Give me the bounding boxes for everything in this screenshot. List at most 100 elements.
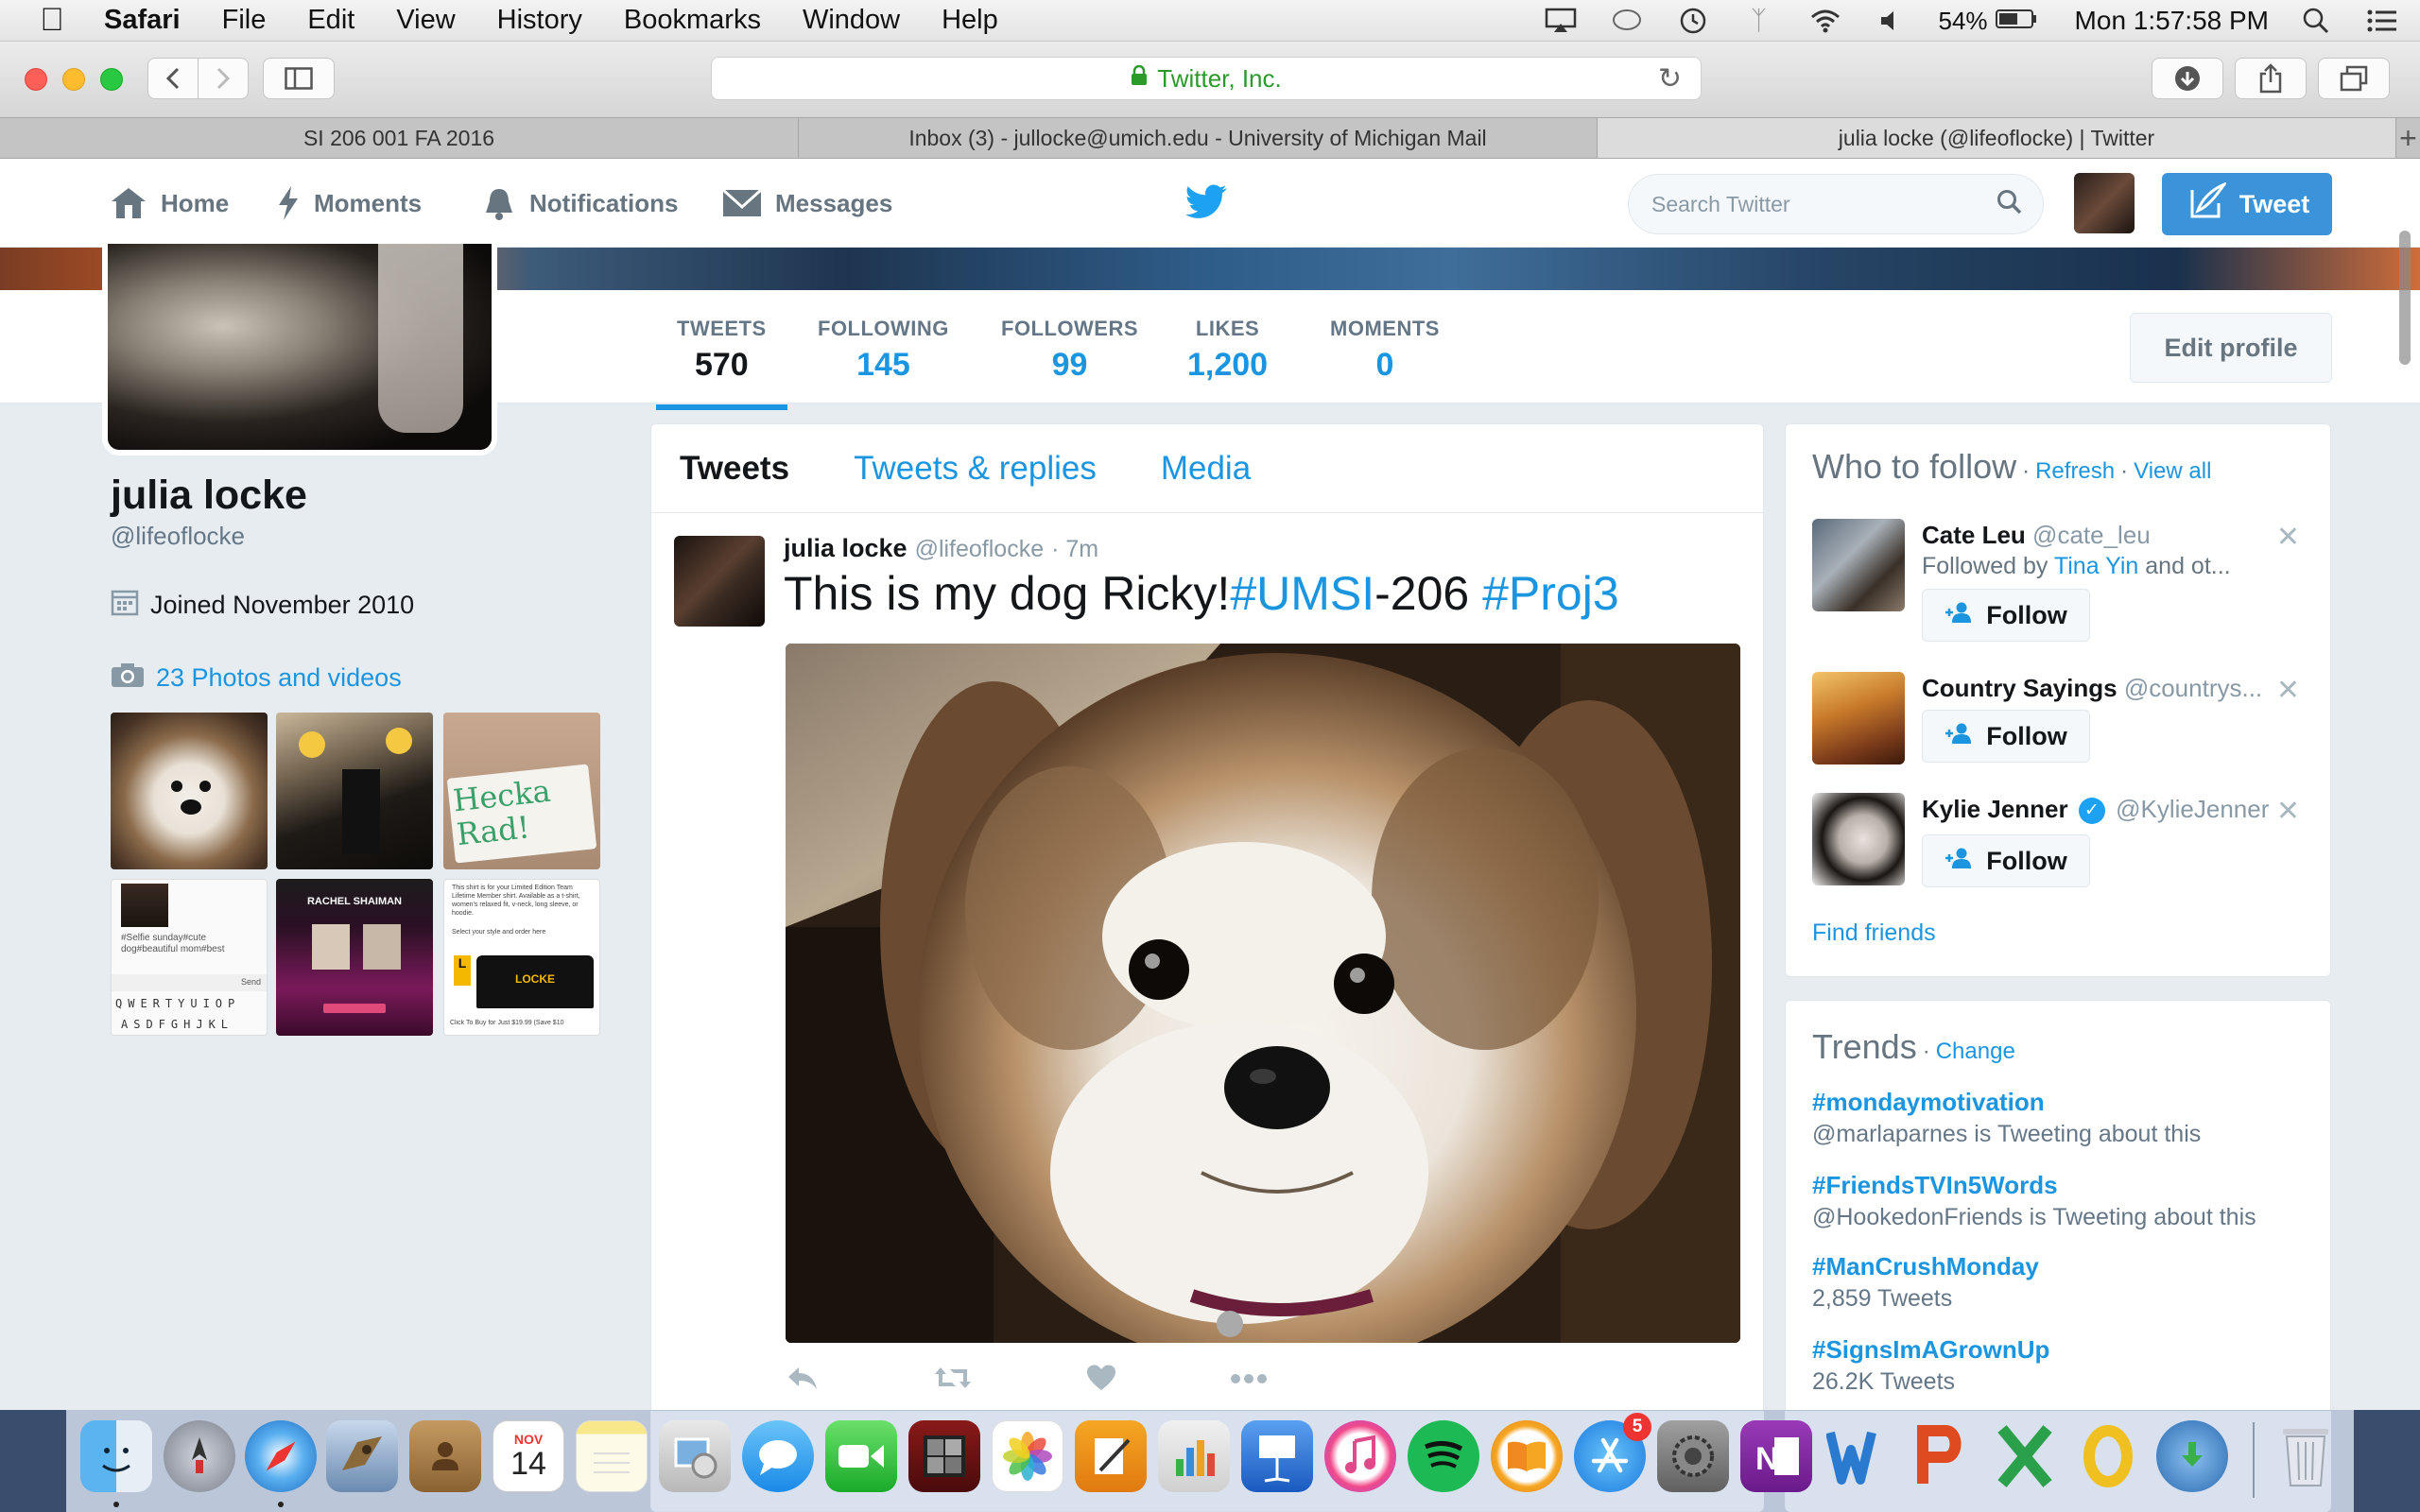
media-thumb-dog[interactable]: [111, 713, 268, 869]
menu-help[interactable]: Help: [942, 5, 998, 36]
country-sayings-avatar[interactable]: [1812, 672, 1905, 765]
tab-tweets-replies[interactable]: Tweets & replies: [854, 450, 1097, 488]
volume-icon[interactable]: [1873, 7, 1910, 35]
more-icon[interactable]: [1230, 1364, 1268, 1400]
photos-icon[interactable]: [992, 1420, 1063, 1492]
bluetooth-icon[interactable]: ᛉ: [1740, 6, 1778, 35]
migration-assistant-icon[interactable]: [2156, 1420, 2228, 1492]
search-input[interactable]: Search Twitter: [1628, 174, 2044, 234]
follow-button-country-sayings[interactable]: Follow: [1922, 710, 2090, 763]
reload-icon[interactable]: ↻: [1658, 62, 1682, 95]
tweet-photo[interactable]: [786, 644, 1740, 1343]
follow-button-kylie-jenner[interactable]: Follow: [1922, 834, 2090, 887]
profile-name[interactable]: julia locke: [111, 472, 307, 519]
menu-edit[interactable]: Edit: [307, 5, 354, 36]
time-machine-icon[interactable]: [1674, 7, 1712, 35]
facetime-icon[interactable]: [825, 1420, 897, 1492]
nav-home[interactable]: Home: [110, 159, 229, 248]
tab-twitter[interactable]: julia locke (@lifeoflocke) | Twitter: [1598, 118, 2396, 158]
trend-item[interactable]: #FriendsTVIn5Words @HookedonFriends is T…: [1812, 1171, 2256, 1231]
follow-button-cate-leu[interactable]: Follow: [1922, 589, 2090, 642]
tab-si206[interactable]: SI 206 001 FA 2016: [0, 118, 799, 158]
refresh-link[interactable]: Refresh: [2035, 458, 2115, 485]
minimize-window-button[interactable]: [62, 68, 85, 91]
compose-tweet-button[interactable]: Tweet: [2162, 173, 2332, 235]
spotlight-icon[interactable]: [2297, 7, 2335, 35]
tweet-timestamp[interactable]: · 7m: [1051, 536, 1098, 563]
itunes-icon[interactable]: [1324, 1420, 1396, 1492]
trends-change-link[interactable]: Change: [1936, 1039, 2015, 1065]
safari-icon[interactable]: [245, 1420, 317, 1492]
stat-likes[interactable]: LIKES 1,200: [1187, 317, 1268, 384]
cate-leu-name-row[interactable]: Cate Leu @cate_leu: [1922, 521, 2151, 550]
nav-messages[interactable]: Messages: [722, 159, 892, 248]
sidebar-toggle-button[interactable]: [263, 58, 335, 99]
kylie-jenner-name-row[interactable]: Kylie Jenner ✓ @KylieJenner: [1922, 795, 2269, 825]
finder-icon[interactable]: [80, 1420, 152, 1492]
media-thumb-instagram[interactable]: #Selfie sunday#cute dog#beautiful mom#be…: [111, 879, 268, 1036]
notification-center-icon[interactable]: [2363, 7, 2401, 35]
search-icon[interactable]: [1996, 188, 2024, 222]
media-thumb-rachel-shaiman[interactable]: RACHEL SHAIMAN: [276, 879, 433, 1036]
dismiss-kylie-jenner-icon[interactable]: ✕: [2276, 795, 2300, 828]
tweet-author-handle[interactable]: @lifeoflocke: [915, 536, 1045, 563]
media-thumb-locke-shirt[interactable]: This shirt is for your Limited Edition T…: [443, 879, 600, 1036]
stat-tweets[interactable]: TWEETS 570: [656, 317, 787, 410]
contacts-icon[interactable]: [409, 1420, 481, 1492]
tweet-author-name[interactable]: julia locke: [784, 534, 908, 563]
tab-umich-mail[interactable]: Inbox (3) - jullocke@umich.edu - Univers…: [799, 118, 1598, 158]
profile-photo[interactable]: [102, 244, 497, 455]
onenote-icon[interactable]: N: [1740, 1420, 1812, 1492]
excel-icon[interactable]: [1990, 1420, 2062, 1492]
calendar-app-icon[interactable]: NOV 14: [493, 1420, 564, 1492]
user-avatar-menu[interactable]: [2074, 173, 2135, 233]
stat-moments[interactable]: MOMENTS 0: [1330, 317, 1440, 384]
forward-button[interactable]: [198, 58, 249, 99]
address-bar[interactable]: Twitter, Inc. ↻: [711, 57, 1702, 100]
cate-leu-avatar[interactable]: [1812, 519, 1905, 611]
nav-notifications[interactable]: Notifications: [482, 159, 678, 248]
numbers-icon[interactable]: [1158, 1420, 1230, 1492]
battery-icon[interactable]: [1995, 7, 2037, 36]
kylie-jenner-avatar[interactable]: [1812, 793, 1905, 885]
share-button[interactable]: [2235, 58, 2307, 99]
preview-icon[interactable]: [659, 1420, 731, 1492]
trash-icon[interactable]: [2270, 1420, 2342, 1492]
mail-icon[interactable]: [326, 1420, 398, 1492]
apple-menu-icon[interactable]: : [0, 2, 104, 39]
system-preferences-icon[interactable]: [1657, 1420, 1729, 1492]
dismiss-cate-leu-icon[interactable]: ✕: [2276, 521, 2300, 554]
view-all-link[interactable]: View all: [2134, 458, 2211, 485]
menu-app-name[interactable]: Safari: [104, 5, 181, 36]
launchpad-icon[interactable]: [164, 1420, 235, 1492]
menu-history[interactable]: History: [497, 5, 582, 36]
tab-overview-button[interactable]: [2318, 58, 2390, 99]
dismiss-country-sayings-icon[interactable]: ✕: [2276, 674, 2300, 707]
media-thumb-selfie[interactable]: [276, 713, 433, 869]
tab-media[interactable]: Media: [1161, 450, 1251, 488]
hashtag-umsi[interactable]: #UMSI: [1230, 567, 1374, 620]
spotify-icon[interactable]: [1408, 1420, 1479, 1492]
menu-file[interactable]: File: [222, 5, 267, 36]
twitter-bird-logo[interactable]: [1185, 183, 1228, 224]
airplay-icon[interactable]: [1542, 7, 1580, 35]
wifi-icon[interactable]: [1806, 7, 1844, 35]
nav-moments[interactable]: Moments: [276, 159, 422, 248]
trend-item[interactable]: #ManCrushMonday 2,859 Tweets: [1812, 1252, 2039, 1313]
keynote-icon[interactable]: [1241, 1420, 1313, 1492]
new-tab-button[interactable]: +: [2396, 118, 2420, 158]
followed-by-link[interactable]: Tina Yin: [2054, 553, 2138, 579]
page-scrollbar[interactable]: [2399, 231, 2411, 365]
retweet-icon[interactable]: [933, 1364, 973, 1400]
pages-icon[interactable]: [1075, 1420, 1147, 1492]
media-thumb-hecka-rad[interactable]: Hecka Rad!: [443, 713, 600, 869]
hashtag-proj3[interactable]: #Proj3: [1482, 567, 1619, 620]
close-window-button[interactable]: [25, 68, 47, 91]
downloads-button[interactable]: [2152, 58, 2223, 99]
menu-view[interactable]: View: [396, 5, 455, 36]
menubar-clock[interactable]: Mon 1:57:58 PM: [2075, 6, 2269, 36]
tab-tweets[interactable]: Tweets: [680, 450, 789, 488]
zoom-window-button[interactable]: [100, 68, 123, 91]
trend-item[interactable]: #mondaymotivation @marlaparnes is Tweeti…: [1812, 1088, 2201, 1148]
country-sayings-name-row[interactable]: Country Sayings @countrys...: [1922, 674, 2262, 703]
